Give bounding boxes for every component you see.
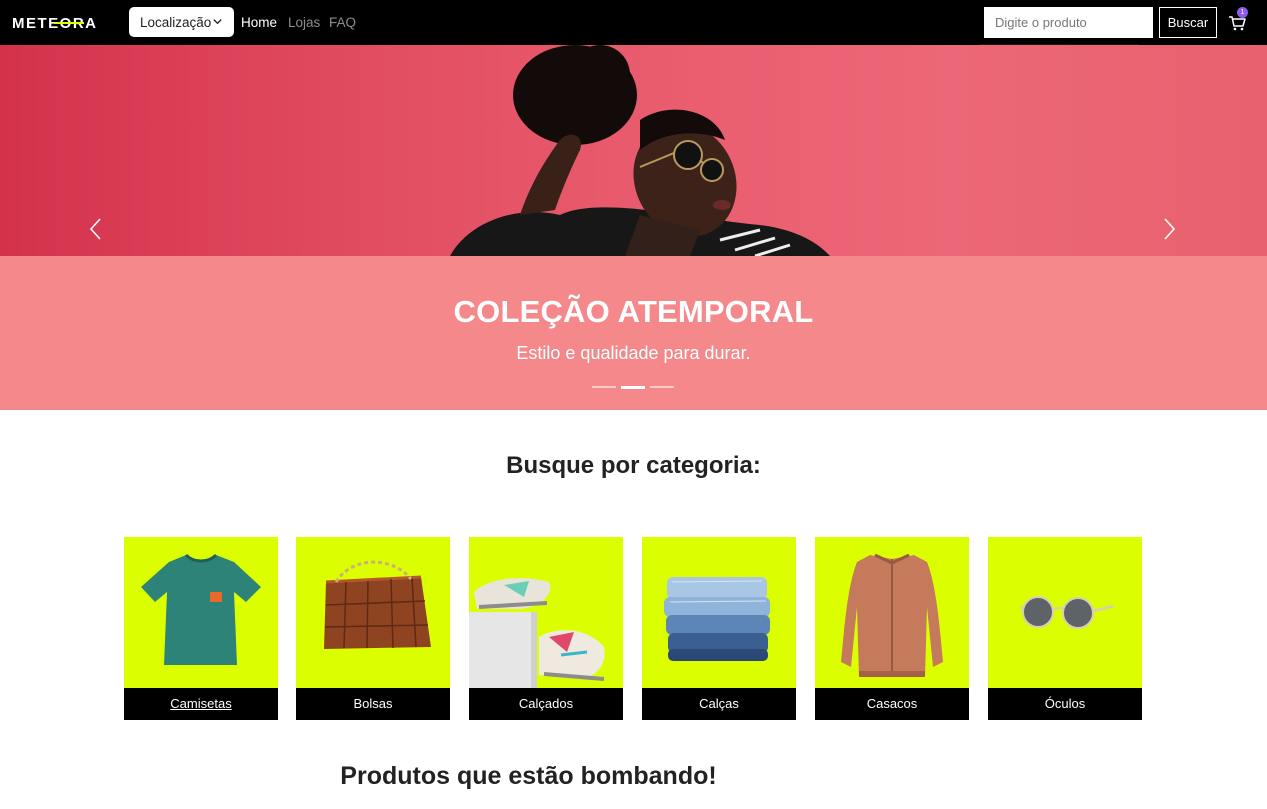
category-card-casacos[interactable]: Casacos xyxy=(815,537,969,720)
category-card-camisetas[interactable]: Camisetas xyxy=(124,537,278,720)
location-label: Localização xyxy=(140,14,212,30)
hero-image xyxy=(0,45,1267,256)
category-label: Calças xyxy=(642,688,796,720)
cart-count-badge: 1 xyxy=(1237,7,1248,18)
hero-carousel: COLEÇÃO ATEMPORAL Estilo e qualidade par… xyxy=(0,45,1267,410)
carousel-indicator-1[interactable] xyxy=(592,386,616,388)
category-card-bolsas[interactable]: Bolsas xyxy=(296,537,450,720)
search-input[interactable] xyxy=(984,7,1153,38)
jeans-image xyxy=(642,537,796,688)
chevron-down-icon xyxy=(213,19,222,25)
nav-link-lojas[interactable]: Lojas xyxy=(288,15,320,30)
bag-image xyxy=(296,537,450,688)
navbar: METEORA Localização Home Lojas FAQ Busca… xyxy=(0,0,1267,47)
sneakers-image xyxy=(469,537,623,688)
glasses-image xyxy=(988,537,1142,688)
category-label: Óculos xyxy=(988,688,1142,720)
category-card-calcados[interactable]: Calçados xyxy=(469,537,623,720)
carousel-indicator-2[interactable] xyxy=(621,386,645,389)
category-label-text: Camisetas xyxy=(170,696,232,711)
nav-link-home[interactable]: Home xyxy=(241,15,277,30)
category-label: Bolsas xyxy=(296,688,450,720)
category-label: Calçados xyxy=(469,688,623,720)
hero-subtitle: Estilo e qualidade para durar. xyxy=(516,343,751,363)
carousel-indicators xyxy=(592,386,674,389)
location-dropdown[interactable]: Localização xyxy=(129,7,234,37)
nav-link-faq[interactable]: FAQ xyxy=(329,15,356,30)
carousel-indicator-3[interactable] xyxy=(650,386,674,388)
category-card-oculos[interactable]: Óculos xyxy=(988,537,1142,720)
tshirt-image xyxy=(124,537,278,688)
jacket-image xyxy=(815,537,969,688)
categories-title: Busque por categoria: xyxy=(506,452,761,479)
category-card-calcas[interactable]: Calças xyxy=(642,537,796,720)
search-button[interactable]: Buscar xyxy=(1159,7,1217,38)
hero-title: COLEÇÃO ATEMPORAL xyxy=(453,294,814,329)
carousel-next-icon[interactable] xyxy=(1160,217,1178,241)
carousel-prev-icon[interactable] xyxy=(87,217,105,241)
category-label: Casacos xyxy=(815,688,969,720)
meteora-logo[interactable]: METEORA xyxy=(12,12,114,34)
category-label: Camisetas xyxy=(124,688,278,720)
trending-title: Produtos que estão bombando! xyxy=(340,762,717,790)
